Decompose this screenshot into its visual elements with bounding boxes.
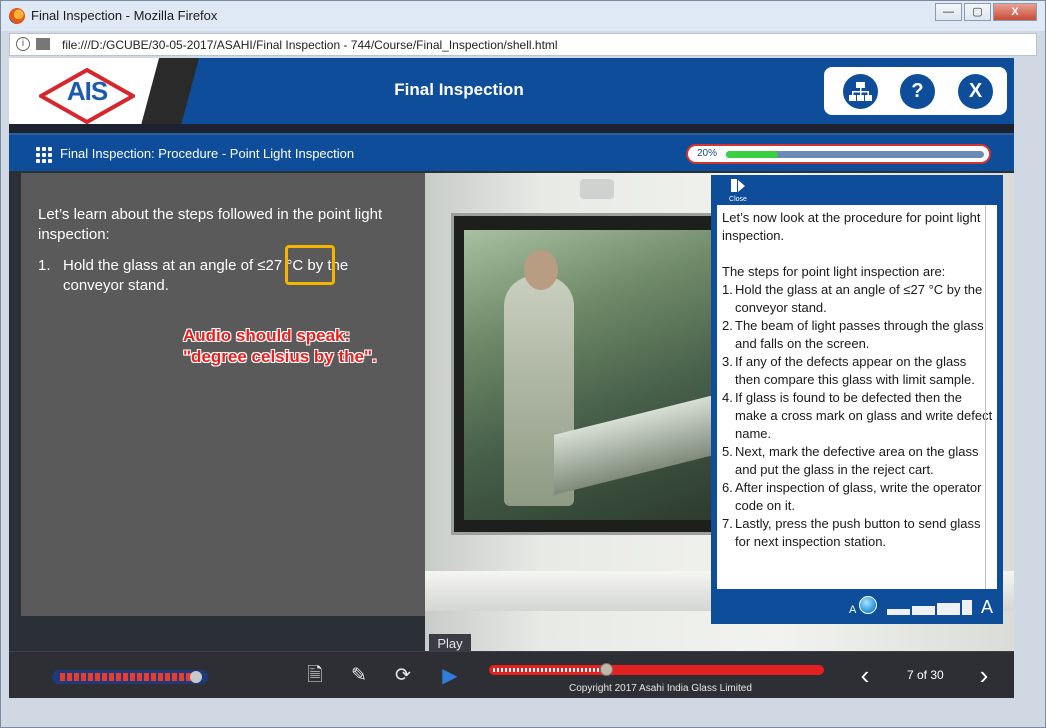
player-controls: 🗎 ✎ ⟳ ▶ Copyright 2017 Asahi India Glass…	[9, 651, 1014, 698]
transcript-step: 6. After inspection of glass, write the o…	[722, 480, 982, 513]
browser-window: Final Inspection - Mozilla Firefox — ▢ X…	[0, 0, 1046, 728]
firefox-icon	[9, 8, 25, 24]
window-title: Final Inspection - Mozilla Firefox	[31, 8, 218, 23]
progress-percent: 20%	[697, 148, 718, 159]
header-stripe	[9, 124, 1014, 133]
review-annotation: Audio should speak: "degree celsius by t…	[183, 325, 413, 367]
play-icon[interactable]: ▶	[438, 665, 462, 687]
page-counter: 7 of 30	[907, 668, 944, 682]
replay-icon[interactable]: ⟳	[391, 665, 415, 687]
close-label: Close	[729, 196, 747, 203]
breadcrumb: Final Inspection: Procedure - Point Ligh…	[60, 146, 355, 161]
title-bar: Final Inspection - Mozilla Firefox — ▢ X	[1, 1, 1045, 31]
lesson-intro: Let’s learn about the steps followed in …	[38, 206, 383, 243]
address-bar[interactable]: i file:///D:/GCUBE/30-05-2017/ASAHI/Fina…	[9, 33, 1037, 56]
transcript-step: 5. Next, mark the defective area on the g…	[722, 444, 979, 477]
font-size-slider[interactable]: A A	[843, 596, 993, 618]
course-title: Final Inspection	[394, 80, 524, 99]
course-header: AIS Final Inspection ? X	[9, 58, 1014, 133]
annotation-line-2: "degree celsius by the".	[183, 347, 377, 366]
seek-bar[interactable]	[489, 663, 824, 676]
window-controls: — ▢ X	[933, 3, 1037, 21]
progress-fill	[726, 151, 778, 158]
notes-icon[interactable]: ✎	[347, 665, 371, 687]
annotation-line-1: Audio should speak:	[183, 326, 351, 345]
transcript-step: 7. Lastly, press the push button to send …	[722, 516, 981, 549]
previous-page-button[interactable]: ‹	[855, 661, 875, 689]
transcript-intro: Let’s now look at the procedure for poin…	[722, 210, 981, 243]
maximize-button[interactable]: ▢	[964, 3, 991, 21]
header-tools: ? X	[824, 67, 1007, 115]
volume-fill	[60, 673, 194, 681]
review-highlight-box	[285, 245, 335, 285]
lesson-step-number: 1.	[38, 257, 51, 274]
panel-close-button[interactable]: Close	[725, 179, 751, 203]
course-player: AIS Final Inspection ? X Final Inspectio…	[9, 58, 1014, 698]
panel-scrollbar[interactable]	[985, 205, 986, 589]
volume-knob[interactable]	[190, 671, 202, 683]
transcript-panel: Close Let’s now look at the procedure fo…	[711, 175, 1003, 624]
transcript-steps: 1. Hold the glass at an angle of ≤27 °C b…	[722, 281, 993, 551]
font-large-label: A	[980, 597, 993, 617]
transcript-icon[interactable]: 🗎	[303, 665, 327, 687]
video-frame	[451, 213, 741, 535]
minimize-button[interactable]: —	[935, 3, 962, 21]
volume-slider[interactable]	[52, 670, 208, 684]
lesson-step-text: Hold the glass at an angle of ≤27 °C by …	[63, 257, 349, 294]
transcript-step: 3. If any of the defects appear on the gl…	[722, 354, 975, 387]
lesson-text-area: Let’s learn about the steps followed in …	[21, 173, 425, 616]
copyright-text: Copyright 2017 Asahi India Glass Limited	[569, 683, 752, 694]
url-text[interactable]: file:///D:/GCUBE/30-05-2017/ASAHI/Final …	[62, 38, 558, 52]
seek-knob[interactable]	[600, 663, 613, 676]
inspection-photo	[464, 230, 730, 520]
subheader-bar: Final Inspection: Procedure - Point Ligh…	[9, 133, 1014, 171]
transcript-steps-heading: The steps for point light inspection are…	[722, 264, 946, 279]
conveyor-stand	[554, 385, 730, 495]
menu-icon[interactable]	[36, 147, 52, 163]
status-strip	[1, 701, 1045, 727]
font-size-knob[interactable]	[859, 596, 877, 614]
info-icon[interactable]: i	[16, 37, 30, 51]
operator-head	[524, 250, 558, 290]
transcript-text[interactable]: Let’s now look at the procedure for poin…	[717, 205, 997, 589]
transcript-step: 1. Hold the glass at an angle of ≤27 °C b…	[722, 282, 983, 315]
exit-button[interactable]: X	[958, 74, 993, 109]
close-panel-icon	[731, 179, 745, 192]
next-page-button[interactable]: ›	[974, 661, 994, 689]
transcript-step: 4. If glass is found to be defected then …	[722, 390, 993, 441]
font-small-label: A	[849, 604, 857, 616]
course-progress: 20%	[686, 144, 991, 164]
seek-played	[493, 668, 605, 672]
close-window-button[interactable]: X	[993, 3, 1037, 21]
sitemap-button[interactable]	[843, 74, 878, 109]
font-size-steps	[865, 599, 972, 615]
ceiling-lamp	[580, 179, 614, 199]
sitemap-icon	[849, 82, 872, 101]
page-icon	[36, 38, 50, 50]
ais-logo-text: AIS	[66, 76, 108, 106]
transcript-step: 2. The beam of light passes through the g…	[722, 318, 984, 351]
help-button[interactable]: ?	[900, 74, 935, 109]
progress-track	[726, 151, 984, 158]
